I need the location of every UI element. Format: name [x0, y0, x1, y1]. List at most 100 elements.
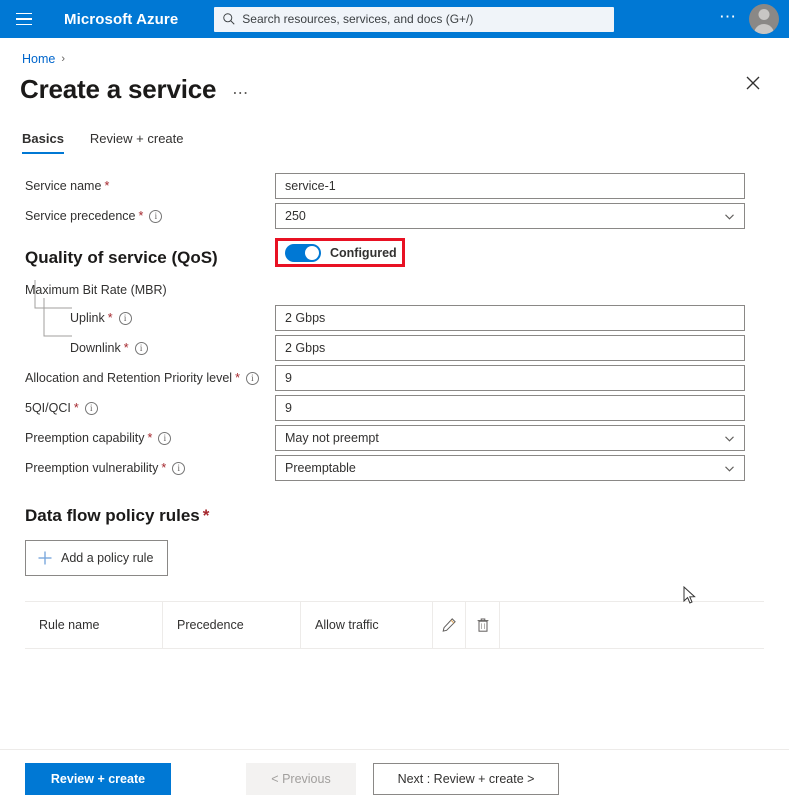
required-marker: * — [161, 461, 167, 475]
info-icon[interactable]: i — [158, 431, 172, 445]
field-row-service-name: Service name * service-1 — [0, 172, 789, 200]
required-marker: * — [73, 401, 79, 415]
label-preemption-vulnerability-text: Preemption vulnerability — [25, 461, 159, 475]
breadcrumb: Home › — [0, 38, 789, 66]
topbar-right-group: ⋯ — [709, 0, 785, 38]
qos-toggle-highlight-box: Configured — [275, 238, 405, 267]
required-marker: * — [138, 209, 144, 223]
label-service-precedence: Service precedence * i — [25, 209, 275, 223]
preemption-vulnerability-value: Preemptable — [285, 461, 356, 475]
policy-rules-heading-text: Data flow policy rules — [25, 506, 200, 525]
pencil-icon[interactable] — [441, 617, 457, 633]
arp-level-input[interactable]: 9 — [275, 365, 745, 391]
label-service-name: Service name * — [25, 179, 275, 193]
service-name-value: service-1 — [285, 179, 336, 193]
topbar-more-icon[interactable]: ⋯ — [709, 8, 747, 25]
review-create-button[interactable]: Review + create — [25, 762, 171, 795]
qos-section-header: Quality of service (QoS) Configured — [0, 238, 789, 272]
page-more-icon[interactable]: ⋯ — [232, 83, 249, 103]
downlink-input[interactable]: 2 Gbps — [275, 335, 745, 361]
close-icon[interactable] — [742, 72, 764, 94]
service-name-input[interactable]: service-1 — [275, 173, 745, 199]
field-row-mbr-heading: Maximum Bit Rate (MBR) — [0, 278, 789, 337]
column-header-edit — [433, 602, 466, 648]
uplink-input[interactable]: 2 Gbps — [275, 305, 745, 331]
chevron-down-icon — [725, 213, 734, 220]
label-downlink: Downlink * i — [25, 341, 275, 355]
azure-brand-label[interactable]: Microsoft Azure — [64, 11, 178, 28]
preemption-capability-value: May not preempt — [285, 431, 379, 445]
breadcrumb-separator-icon: › — [61, 53, 66, 65]
plus-icon — [38, 551, 52, 565]
preemption-vulnerability-select[interactable]: Preemptable — [275, 455, 745, 481]
field-row-downlink: Downlink * i 2 Gbps — [0, 334, 789, 362]
column-header-delete — [466, 602, 500, 648]
qos-configured-toggle[interactable] — [285, 243, 321, 262]
hamburger-menu-icon[interactable] — [4, 0, 44, 38]
required-marker: * — [235, 371, 240, 385]
5qi-qci-input[interactable]: 9 — [275, 395, 745, 421]
column-header-precedence[interactable]: Precedence — [163, 602, 301, 648]
column-header-rule-name[interactable]: Rule name — [25, 602, 163, 648]
field-row-5qi-qci: 5QI/QCI * i 9 — [0, 394, 789, 422]
azure-top-navigation-bar: Microsoft Azure Search resources, servic… — [0, 0, 789, 38]
mouse-pointer-icon — [683, 586, 696, 604]
label-preemption-capability-text: Preemption capability — [25, 431, 145, 445]
toggle-knob — [305, 245, 319, 260]
breadcrumb-item-home[interactable]: Home — [22, 52, 55, 66]
required-marker: * — [107, 311, 113, 325]
label-5qi-qci-text: 5QI/QCI — [25, 401, 71, 415]
label-preemption-capability: Preemption capability * i — [25, 431, 275, 445]
previous-button: < Previous — [246, 762, 356, 795]
global-search-input[interactable]: Search resources, services, and docs (G+… — [214, 6, 615, 32]
info-icon[interactable]: i — [84, 401, 98, 415]
tree-connector-lines — [34, 280, 72, 337]
info-icon[interactable]: i — [134, 341, 148, 355]
field-row-preemption-capability: Preemption capability * i May not preemp… — [0, 424, 789, 452]
required-marker: * — [123, 341, 129, 355]
column-header-allow-traffic[interactable]: Allow traffic — [301, 602, 433, 648]
tab-review-create[interactable]: Review + create — [90, 131, 196, 154]
label-downlink-text: Downlink — [70, 341, 121, 355]
service-precedence-select[interactable]: 250 — [275, 203, 745, 229]
5qi-qci-value: 9 — [285, 401, 292, 415]
policy-rules-table: Rule name Precedence Allow traffic — [25, 601, 764, 649]
chevron-down-icon — [725, 465, 734, 472]
arp-level-value: 9 — [285, 371, 292, 385]
trash-icon[interactable] — [475, 617, 491, 633]
search-placeholder-text: Search resources, services, and docs (G+… — [242, 12, 474, 26]
label-arp-level-text: Allocation and Retention Priority level — [25, 371, 233, 385]
label-preemption-vulnerability: Preemption vulnerability * i — [25, 461, 275, 475]
column-header-spacer — [500, 602, 764, 648]
info-icon[interactable]: i — [245, 371, 259, 385]
chevron-down-icon — [725, 435, 734, 442]
downlink-value: 2 Gbps — [285, 341, 326, 355]
qos-toggle-label: Configured — [330, 245, 397, 260]
preemption-capability-select[interactable]: May not preempt — [275, 425, 745, 451]
label-service-precedence-text: Service precedence — [25, 209, 136, 223]
search-icon — [223, 13, 235, 25]
field-row-preemption-vulnerability: Preemption vulnerability * i Preemptable — [0, 454, 789, 482]
next-review-create-button[interactable]: Next : Review + create > — [373, 762, 559, 795]
add-policy-rule-button[interactable]: Add a policy rule — [25, 540, 169, 576]
info-icon[interactable]: i — [149, 209, 163, 223]
uplink-value: 2 Gbps — [285, 311, 326, 325]
info-icon[interactable]: i — [172, 461, 186, 475]
label-5qi-qci: 5QI/QCI * i — [25, 401, 275, 415]
required-marker: * — [147, 431, 153, 445]
create-service-form: Service name * service-1 Service precede… — [0, 154, 789, 649]
user-avatar-icon[interactable] — [749, 4, 779, 34]
field-row-arp-level: Allocation and Retention Priority level … — [0, 364, 789, 392]
info-icon[interactable]: i — [118, 311, 132, 325]
required-marker: * — [202, 506, 210, 525]
tab-basics[interactable]: Basics — [22, 131, 76, 154]
label-arp-level: Allocation and Retention Priority level … — [25, 371, 275, 385]
qos-heading-text: Quality of service (QoS) — [25, 248, 218, 267]
service-precedence-value: 250 — [285, 209, 306, 223]
policy-rules-section-header: Data flow policy rules * — [0, 502, 789, 530]
label-service-name-text: Service name — [25, 179, 102, 193]
page-title: Create a service — [20, 74, 217, 104]
field-row-service-precedence: Service precedence * i 250 — [0, 202, 789, 230]
required-marker: * — [104, 179, 110, 193]
field-row-uplink: Uplink * i 2 Gbps — [0, 304, 789, 332]
